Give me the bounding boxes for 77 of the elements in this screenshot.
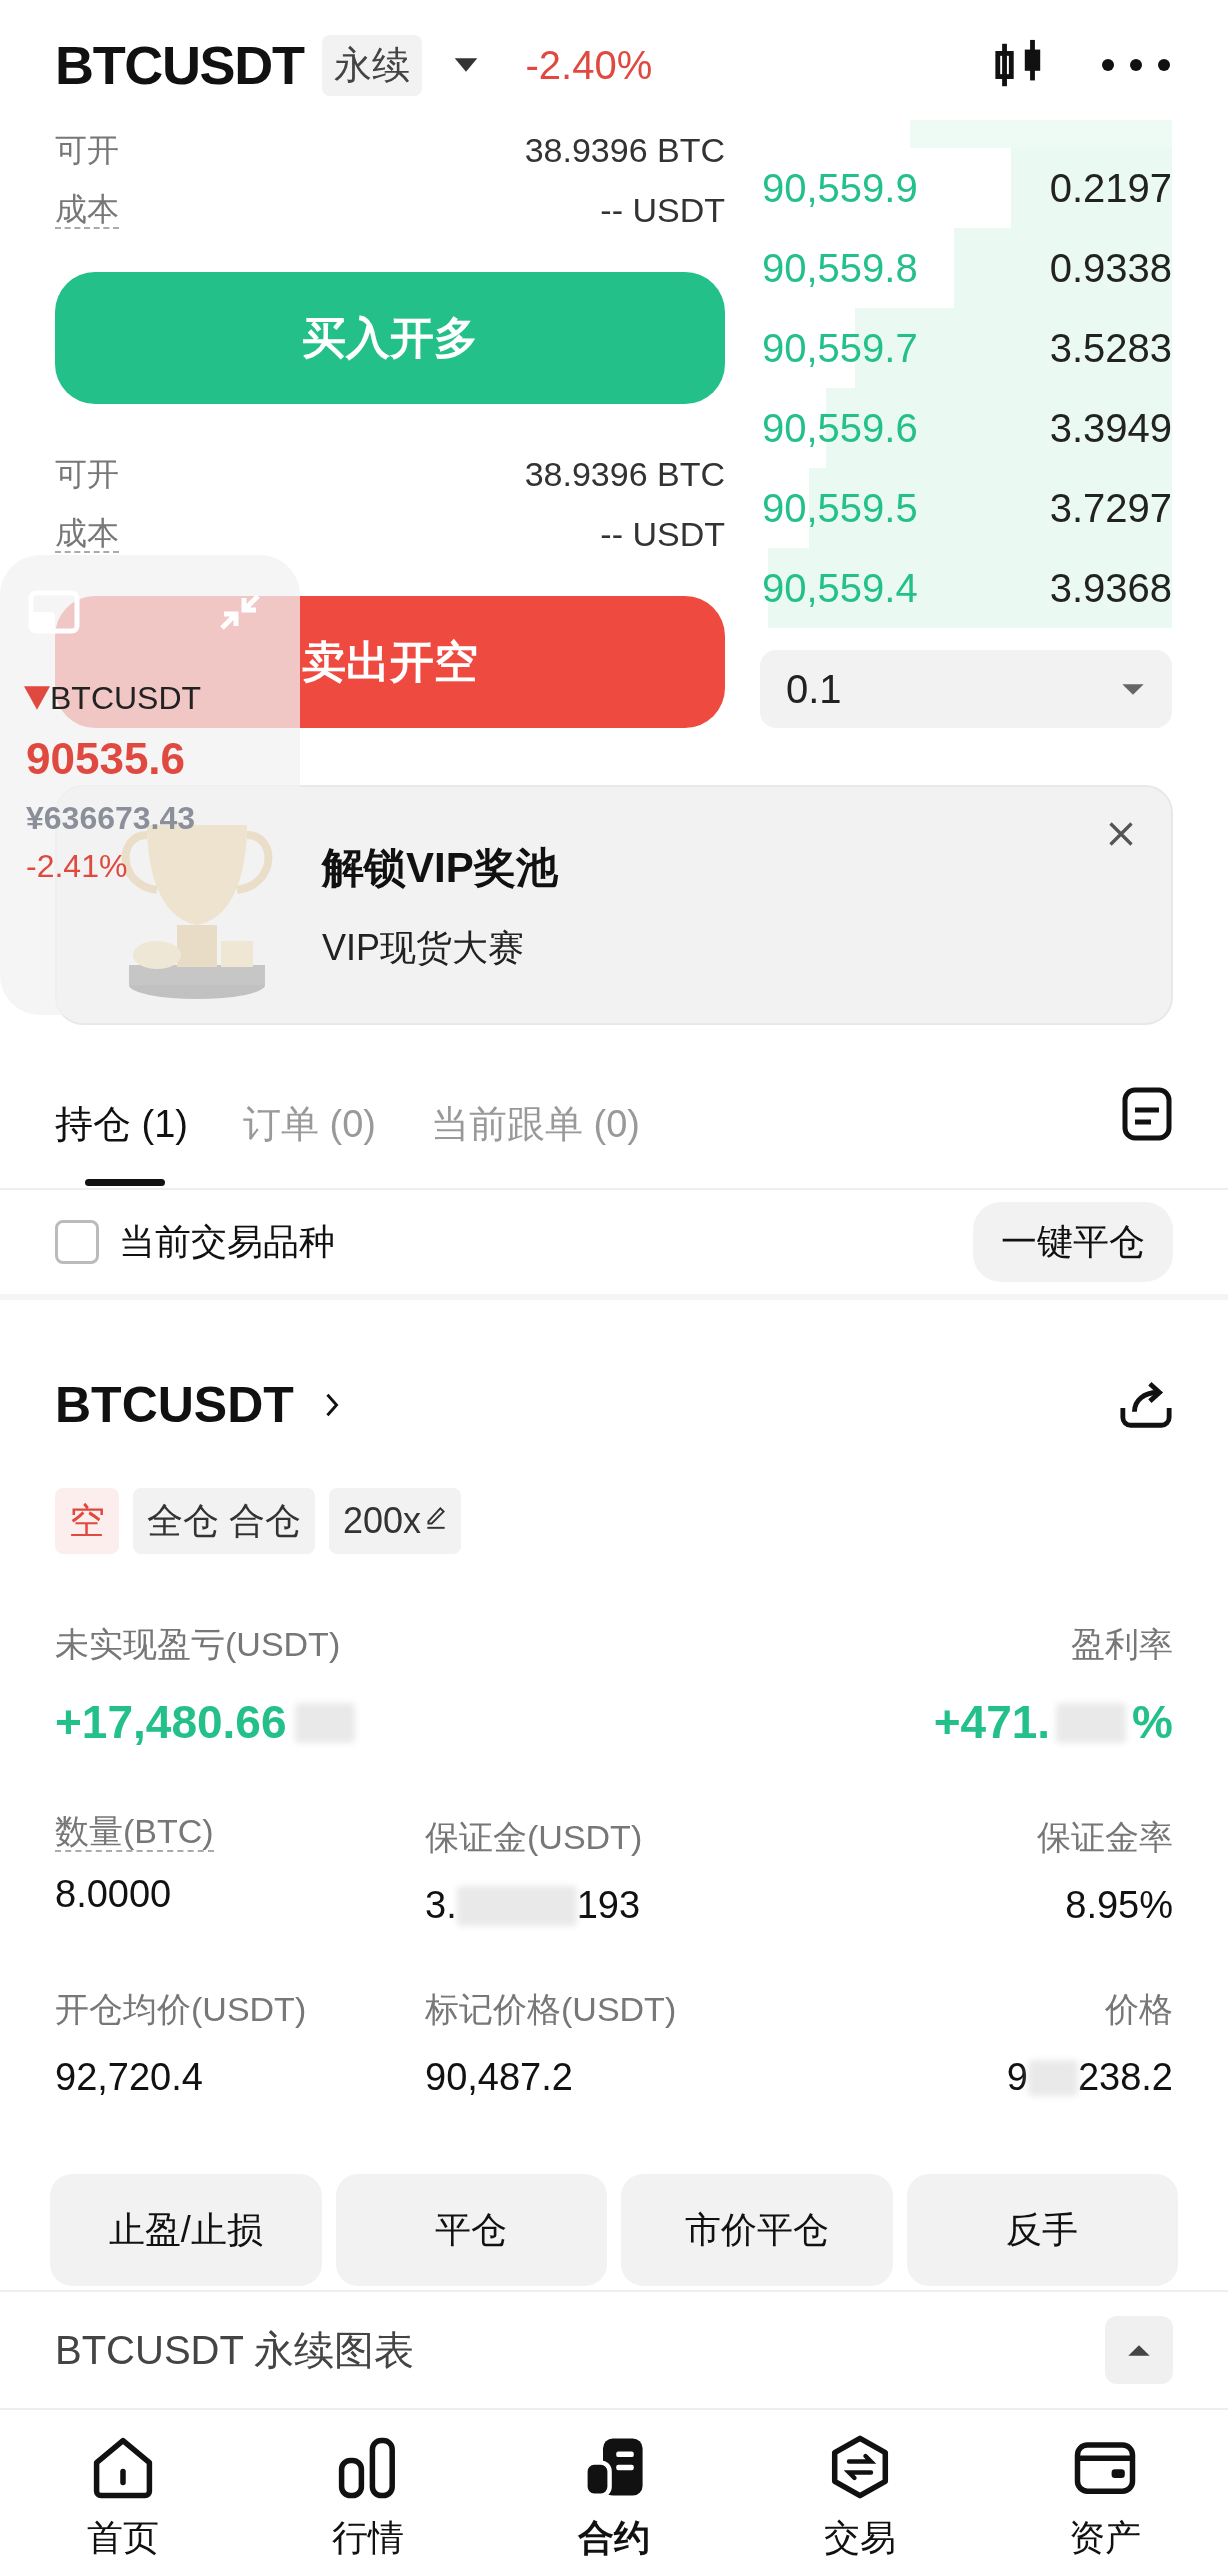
stat-value: 238.2 [1077, 2055, 1173, 2100]
chart-bar-title[interactable]: BTCUSDT 永续图表 [55, 2320, 415, 2380]
symbol-title: BTCUSDT [55, 33, 304, 97]
roe-value: +471. [933, 1695, 1051, 1750]
stat-label: 保证金(USDT) [425, 1817, 643, 1858]
banner-subtitle: VIP现货大赛 [322, 925, 526, 970]
edit-icon [425, 1504, 448, 1530]
stat-value: 3. [425, 1883, 457, 1928]
stat-label: 价格 [1105, 1989, 1173, 2030]
stat-label: 保证金率 [1037, 1817, 1173, 1858]
pnl-value: +17,480.66 [55, 1695, 287, 1750]
bid-amount: 0.9338 [1049, 245, 1172, 292]
field-value: -- USDT [600, 189, 725, 231]
field-label: 可开 [55, 131, 119, 170]
stat-label: 标记价格(USDT) [425, 1989, 677, 2030]
close-all-button[interactable]: 一键平仓 [973, 1202, 1173, 1282]
stat-value: 193 [576, 1883, 641, 1928]
position-tag[interactable]: 200x [329, 1488, 462, 1554]
expand-button[interactable] [1105, 2316, 1173, 2384]
down-triangle-icon [24, 686, 50, 710]
stat-label: 开仓均价(USDT) [55, 1989, 307, 2030]
field-label: 成本 [55, 515, 119, 553]
field-label: 可开 [55, 455, 119, 494]
position-tag: 空 [55, 1488, 119, 1554]
step-value: 0.1 [786, 666, 842, 713]
bid-amount: 3.3949 [1049, 405, 1172, 452]
bid-price: 90,559.5 [762, 485, 918, 532]
bid-price: 90,559.4 [762, 565, 918, 612]
position-tag: 全仓 合仓 [133, 1488, 315, 1554]
checkbox-label: 当前交易品种 [119, 1220, 335, 1264]
position-action-button[interactable]: 止盈/止损 [50, 2174, 322, 2286]
pnl-label: 未实现盈亏(USDT) [55, 1624, 341, 1665]
nav-label: 行情 [332, 2518, 405, 2558]
ticker-price: 90535.6 [26, 733, 187, 785]
field-label: 成本 [55, 191, 119, 229]
stat-value: 9 [1006, 2055, 1028, 2100]
nav-item[interactable]: 行情 [245, 2412, 492, 2576]
field-value: -- USDT [600, 513, 725, 555]
stat-label: 数量(BTC) [55, 1812, 214, 1852]
document-icon[interactable] [1121, 1086, 1173, 1142]
nav-label: 首页 [86, 2518, 159, 2558]
nav-label: 资产 [1069, 2518, 1142, 2558]
field-value: 38.9396 BTC [524, 129, 725, 171]
price-change: -2.40% [525, 42, 653, 89]
nav-label: 交易 [823, 2518, 896, 2558]
position-symbol[interactable]: BTCUSDT [55, 1367, 294, 1443]
position-action-button[interactable]: 市价平仓 [621, 2174, 893, 2286]
bid-price: 90,559.6 [762, 405, 918, 452]
position-action-button[interactable]: 平仓 [335, 2174, 607, 2286]
step-dropdown[interactable]: 0.1 [760, 650, 1172, 728]
contract-tag: 永续 [321, 34, 422, 96]
caret-icon [1120, 681, 1146, 697]
banner-title: 解锁VIP奖池 [322, 842, 558, 893]
stat-value: 8.0000 [55, 1872, 172, 1917]
nav-item[interactable]: 资产 [982, 2412, 1228, 2576]
nav-item[interactable]: 首页 [0, 2412, 246, 2576]
roe-label: 盈利率 [1071, 1624, 1173, 1665]
bid-amount: 0.2197 [1049, 165, 1172, 212]
more-icon[interactable] [1101, 58, 1171, 72]
bid-price: 90,559.7 [762, 325, 918, 372]
bid-price: 90,559.8 [762, 245, 918, 292]
checkbox[interactable] [55, 1220, 99, 1264]
nav-item[interactable]: 交易 [736, 2412, 983, 2576]
stat-value: 8.95% [1065, 1883, 1173, 1928]
stat-value: 90,487.2 [425, 2055, 573, 2100]
bid-amount: 3.7297 [1049, 485, 1172, 532]
position-action-button[interactable]: 反手 [906, 2174, 1178, 2286]
bid-price: 90,559.9 [762, 165, 918, 212]
bid-amount: 3.5283 [1049, 325, 1172, 372]
stat-value: 92,720.4 [55, 2055, 203, 2100]
nav-label: 合约 [578, 2518, 650, 2558]
nav-item[interactable]: 合约 [491, 2412, 737, 2576]
tab[interactable]: 持仓 (1) [55, 1060, 188, 1188]
share-icon[interactable] [1119, 1380, 1173, 1430]
field-value: 38.9396 BTC [524, 453, 725, 495]
bid-amount: 3.9368 [1049, 565, 1172, 612]
roe-unit: % [1132, 1695, 1173, 1750]
